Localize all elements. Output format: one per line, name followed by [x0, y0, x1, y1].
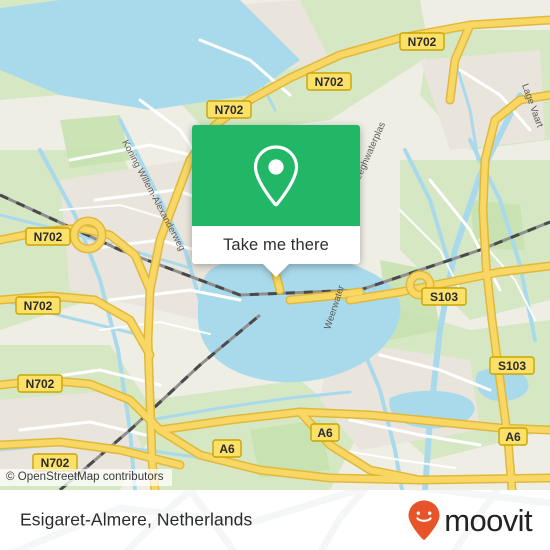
popup-tail — [263, 264, 289, 277]
take-me-there-label: Take me there — [223, 235, 329, 254]
popup-header — [192, 125, 360, 226]
location-popup[interactable]: Take me there — [192, 125, 360, 277]
popup-action[interactable]: Take me there — [192, 226, 360, 264]
footer-bar: Esigaret-Almere, Netherlands moovit — [0, 490, 550, 550]
page-title: Esigaret-Almere, Netherlands — [20, 509, 253, 530]
moovit-smiley-pin-icon — [408, 500, 440, 540]
map-screenshot: Koning Willem-Alexanderweg Leeghwaterpla… — [0, 0, 550, 550]
map-pin-icon — [253, 144, 299, 206]
moovit-logo[interactable]: moovit — [407, 499, 533, 541]
osm-attribution[interactable]: © OpenStreetMap contributors — [0, 469, 172, 486]
moovit-wordmark: moovit — [444, 502, 532, 538]
